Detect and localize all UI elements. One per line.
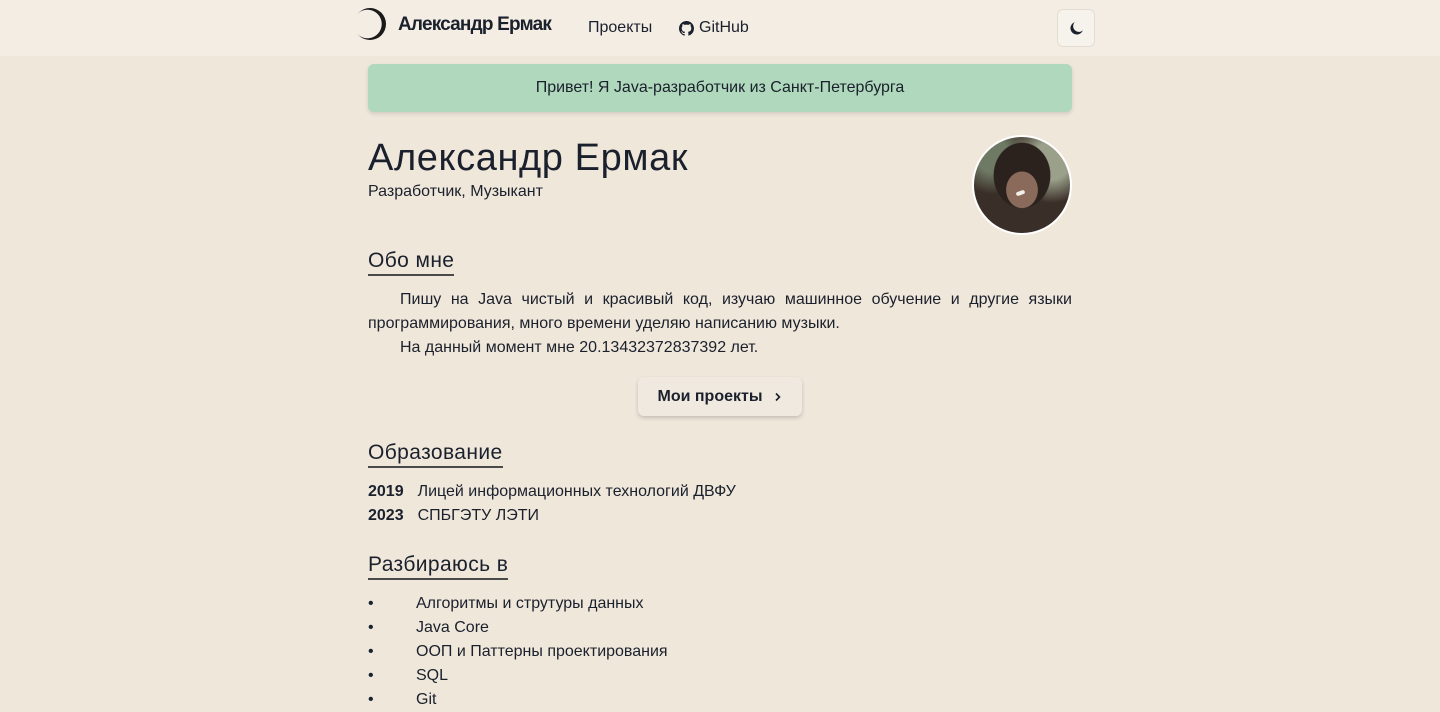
skill-label: ООП и Паттерны проектирования (416, 643, 668, 660)
education-heading: Образование (368, 440, 503, 468)
skill-item: • Алгоритмы и струтуры данных (368, 592, 644, 616)
nav-link-github[interactable]: GitHub (679, 17, 749, 39)
about-heading: Обо мне (368, 248, 455, 276)
education-item: 2019 Лицей информационных технологий ДВФУ (368, 480, 736, 504)
education-year: 2023 (368, 507, 404, 524)
bullet: • (368, 619, 374, 636)
skill-item: • SQL (368, 664, 448, 688)
my-projects-label: Мои проекты (657, 387, 763, 405)
education-year: 2019 (368, 483, 404, 500)
skill-label: Java Core (416, 619, 489, 636)
page-title: Александр Ермак (368, 137, 689, 179)
logo-text[interactable]: Александр Ермак (398, 13, 552, 37)
skills-heading: Разбираюсь в (368, 552, 509, 580)
education-place: СПБГЭТУ ЛЭТИ (417, 507, 539, 524)
bullet: • (368, 595, 374, 612)
github-icon (679, 20, 694, 36)
bullet: • (368, 667, 374, 684)
education-place: Лицей информационных технологий ДВФУ (417, 483, 736, 500)
avatar (972, 135, 1072, 235)
skill-label: Алгоритмы и струтуры данных (416, 595, 644, 612)
bullet: • (368, 691, 374, 708)
skill-label: Git (416, 691, 437, 708)
skill-item: • Git (368, 688, 436, 712)
logo-icon[interactable] (354, 8, 386, 40)
education-item: 2023 СПБГЭТУ ЛЭТИ (368, 504, 539, 528)
my-projects-button[interactable]: Мои проекты (638, 377, 802, 416)
skill-label: SQL (416, 667, 449, 684)
chevron-right-icon (774, 392, 781, 401)
skill-item: • ООП и Паттерны проектирования (368, 640, 668, 664)
github-link-label: GitHub (699, 19, 749, 36)
navbar: Александр Ермак Проекты GitHub (0, 0, 1440, 56)
skill-item: • Java Core (368, 616, 489, 640)
moon-icon (1069, 21, 1083, 35)
age-paragraph: На данный момент мне 20.13432372837392 л… (400, 339, 759, 356)
avatar-detail (1015, 189, 1026, 197)
about-paragraph: Пишу на Java чистый и красивый код, изуч… (368, 291, 1072, 332)
nav-link-projects[interactable]: Проекты (588, 17, 652, 39)
profile-subtitle: Разработчик, Музыкант (368, 183, 543, 200)
theme-toggle-button[interactable] (1057, 9, 1095, 47)
bullet: • (368, 643, 374, 660)
greeting-banner: Привет! Я Java-разработчик из Санкт-Пете… (368, 64, 1072, 112)
